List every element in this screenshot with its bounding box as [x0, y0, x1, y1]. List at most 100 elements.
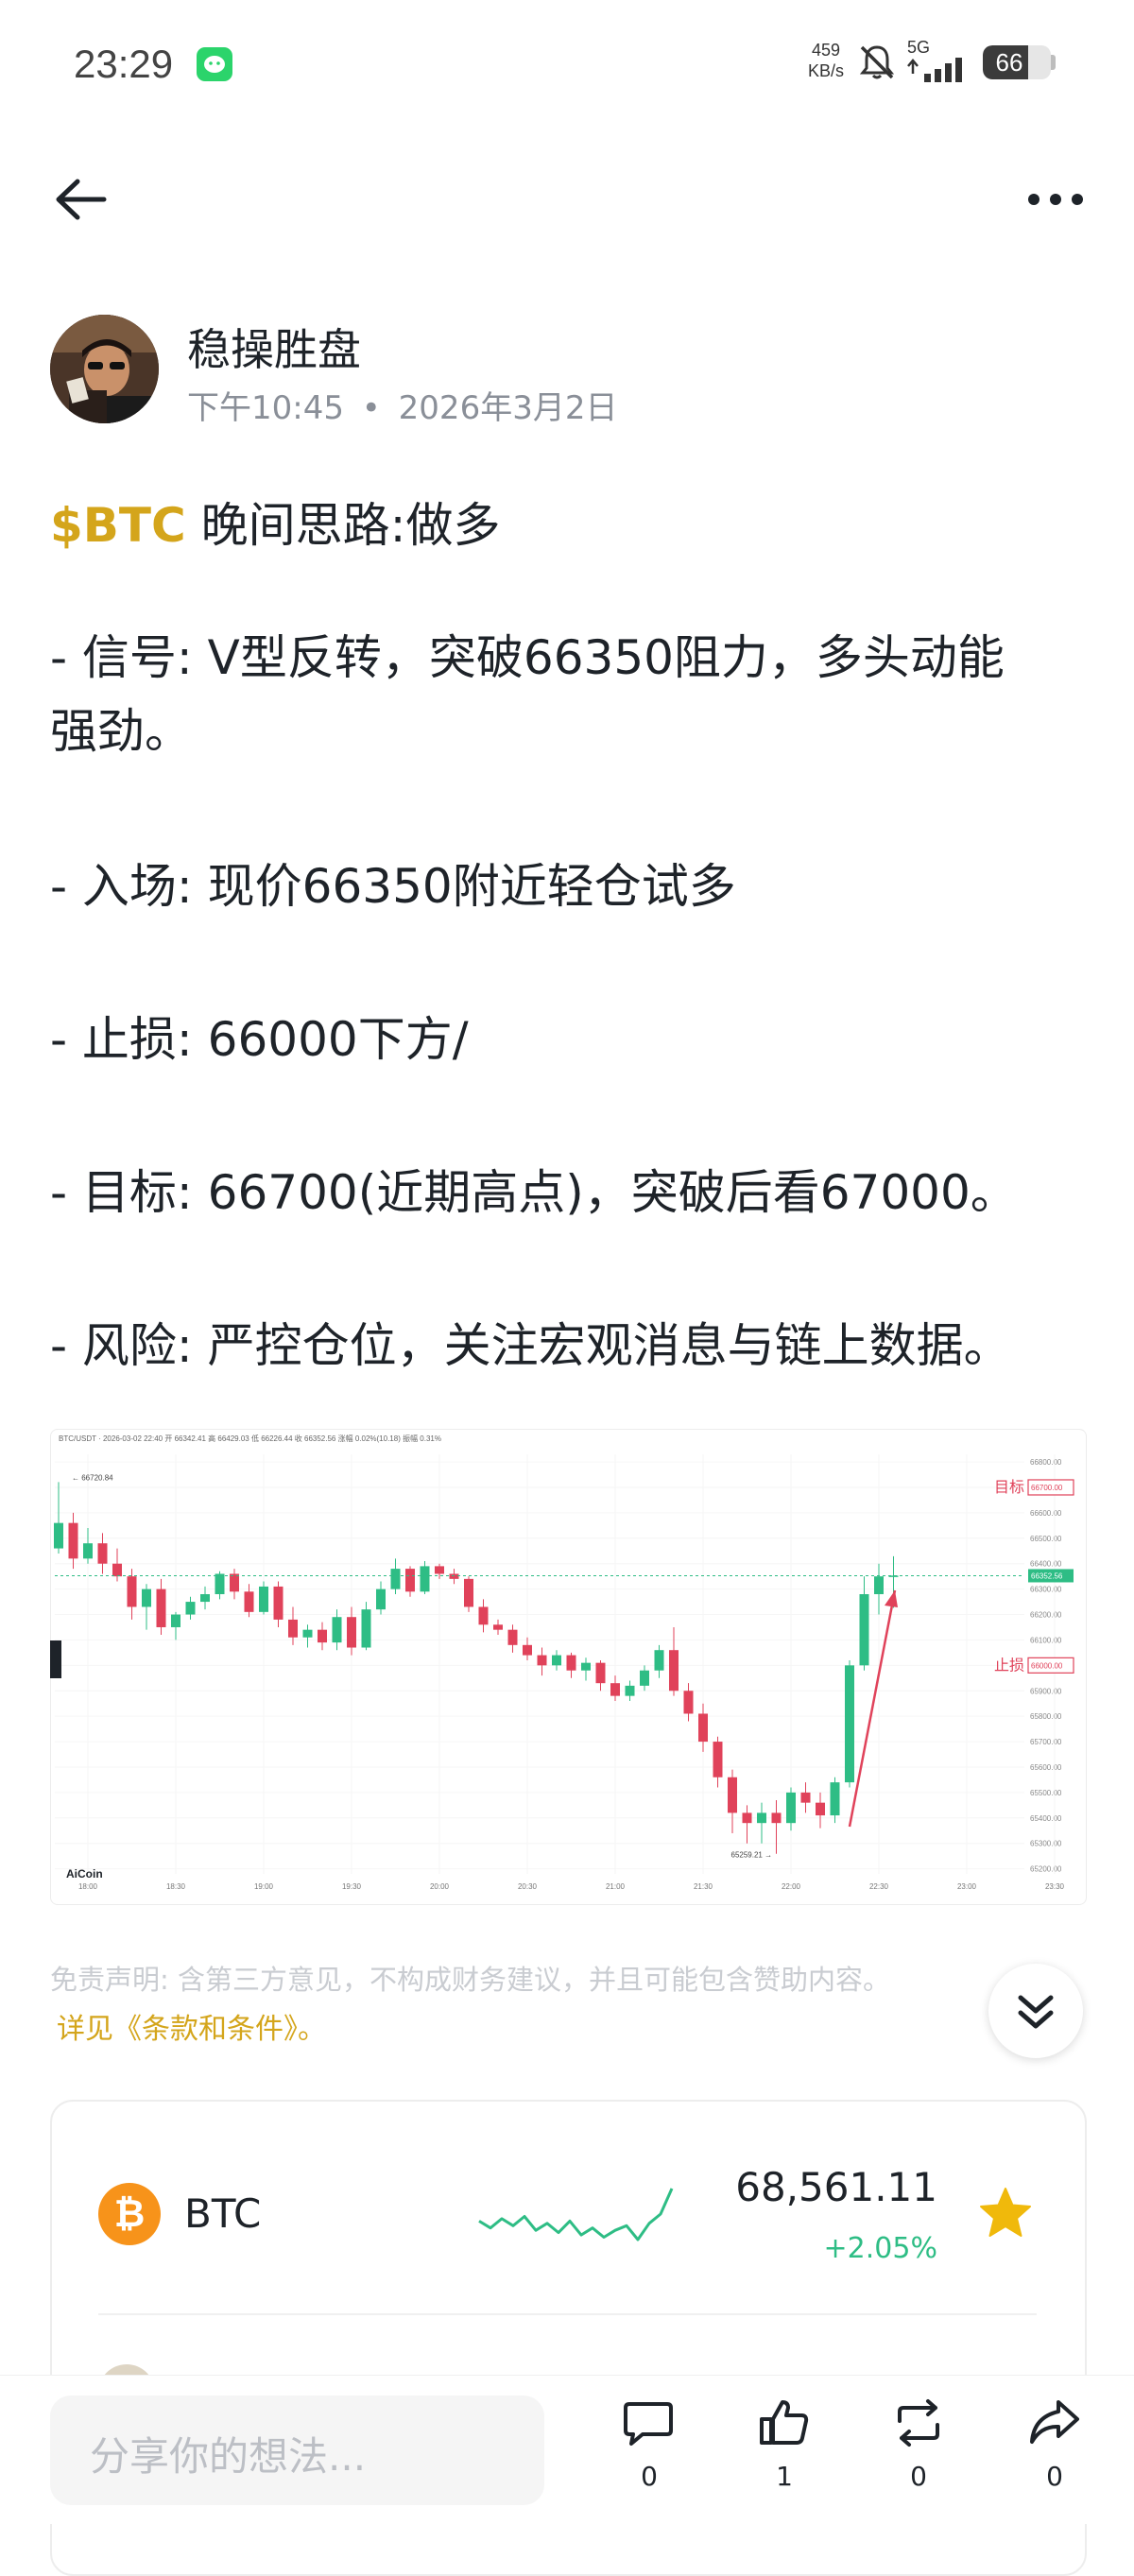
- low-price-label: 65259.21 →: [731, 1851, 773, 1860]
- y-tick-label: 65200.00: [1030, 1865, 1062, 1874]
- post-time: 下午10:45: [187, 389, 344, 427]
- author-name[interactable]: 稳操胜盘: [187, 316, 361, 378]
- arrow-left-icon: [56, 179, 107, 220]
- author-avatar[interactable]: [50, 315, 159, 423]
- like-button[interactable]: [758, 2398, 811, 2451]
- battery-percent: 66: [995, 48, 1023, 77]
- candle-body: [185, 1602, 196, 1615]
- candle-body: [698, 1713, 708, 1743]
- post-line-signal: - 信号: V型反转，突破66350阻力，多头动能: [50, 630, 1005, 685]
- x-tick-label: 23:00: [957, 1882, 977, 1891]
- candle-body: [771, 1812, 782, 1824]
- candle-body: [97, 1543, 108, 1564]
- candle-body: [156, 1589, 166, 1627]
- post-line-risk: - 风险: 严控仓位，关注宏观消息与链上数据。: [50, 1318, 1011, 1373]
- y-tick-label: 66500.00: [1030, 1535, 1062, 1543]
- wechat-icon: [197, 47, 232, 81]
- candle-body: [683, 1691, 694, 1714]
- trend-arrow: [848, 1589, 897, 1828]
- candle-body: [523, 1644, 532, 1656]
- candle-body: [302, 1629, 313, 1638]
- candle-body: [478, 1606, 489, 1625]
- candle-body: [845, 1665, 854, 1783]
- post-date: 2026年3月2日: [398, 389, 618, 427]
- candle-body: [713, 1742, 723, 1777]
- candle-body: [552, 1655, 561, 1666]
- y-tick-label: 65900.00: [1030, 1687, 1062, 1695]
- candle-body: [595, 1662, 606, 1684]
- repost-button[interactable]: [892, 2398, 945, 2451]
- target-price-value: 66700.00: [1031, 1484, 1063, 1492]
- candle-body: [390, 1569, 401, 1589]
- x-tick-label: 21:30: [694, 1882, 713, 1891]
- stop-price-value: 66000.00: [1031, 1661, 1063, 1670]
- stop-price-label: 止损: [994, 1656, 1024, 1674]
- x-tick-label: 23:30: [1045, 1882, 1065, 1891]
- like-count: 1: [776, 2461, 793, 2492]
- y-tick-label: 66200.00: [1030, 1611, 1062, 1620]
- x-tick-label: 18:30: [166, 1882, 186, 1891]
- post-title: $BTC 晚间思路:做多: [50, 488, 500, 556]
- x-tick-label: 18:00: [78, 1882, 98, 1891]
- candle-body: [83, 1543, 93, 1559]
- post-line-entry: - 入场: 现价66350附近轻仓试多: [50, 859, 736, 914]
- meta-separator: •: [361, 389, 381, 427]
- status-time: 23:29: [74, 42, 174, 86]
- candle-body: [215, 1573, 225, 1594]
- candle-body: [405, 1569, 415, 1592]
- ticker-link[interactable]: $BTC: [50, 498, 186, 553]
- scroll-down-button[interactable]: [988, 1964, 1083, 2058]
- x-tick-label: 19:30: [342, 1882, 362, 1891]
- disclaimer-text: 免责声明: 含第三方意见，不构成财务建议，并且可能包含赞助内容。: [50, 1964, 890, 1996]
- battery-icon: 66: [983, 45, 1051, 79]
- y-tick-label: 66600.00: [1030, 1509, 1062, 1518]
- terms-link[interactable]: 详见《条款和条件》。: [57, 2005, 326, 2047]
- comment-button[interactable]: [622, 2398, 675, 2451]
- y-tick-label: 66400.00: [1030, 1560, 1062, 1569]
- network-speed: 459 KB/s: [803, 40, 849, 81]
- chart-drag-handle[interactable]: [50, 1640, 61, 1678]
- chart-watermark: AiCoin: [66, 1867, 103, 1880]
- high-price-label: ← 66720.84: [72, 1473, 113, 1482]
- candle-body: [610, 1683, 620, 1696]
- candle-body: [230, 1573, 239, 1592]
- post-line-stoploss: - 止损: 66000下方/: [50, 1012, 469, 1067]
- candle-body: [874, 1576, 884, 1594]
- post-timestamp: 下午10:45 • 2026年3月2日: [187, 382, 617, 428]
- x-tick-label: 22:30: [869, 1882, 889, 1891]
- mute-icon: [856, 42, 898, 87]
- candle-body: [376, 1589, 386, 1610]
- back-button[interactable]: [49, 176, 110, 223]
- share-arrow-icon: [1030, 2400, 1079, 2444]
- candle-body: [54, 1522, 63, 1549]
- battery-tip: [1051, 55, 1056, 70]
- y-tick-label: 65300.00: [1030, 1840, 1062, 1848]
- post-line-target: - 目标: 66700(近期高点)，突破后看67000。: [50, 1165, 1018, 1220]
- share-count: 0: [1046, 2461, 1063, 2492]
- repost-icon: [898, 2399, 939, 2447]
- favorite-star-icon[interactable]: [977, 2186, 1034, 2244]
- y-tick-label: 65800.00: [1030, 1712, 1062, 1721]
- candle-body: [449, 1573, 459, 1579]
- candle-body: [273, 1586, 284, 1620]
- candle-body: [171, 1614, 180, 1627]
- candle-body: [800, 1792, 811, 1803]
- candle-body: [859, 1594, 869, 1666]
- candle-body: [259, 1586, 268, 1612]
- network-type: 5G: [907, 38, 931, 57]
- x-tick-label: 19:00: [254, 1882, 274, 1891]
- share-button[interactable]: [1028, 2398, 1081, 2451]
- chart-image[interactable]: 66800.00 66700.00 66600.00 66500.00 66400.00…: [50, 1429, 1087, 1905]
- candle-body: [244, 1591, 254, 1612]
- coin-price: 68,561.11: [735, 2164, 937, 2210]
- comment-count: 0: [641, 2461, 658, 2492]
- more-button[interactable]: [1022, 185, 1089, 214]
- y-tick-label: 65600.00: [1030, 1763, 1062, 1772]
- x-tick-label: 20:00: [430, 1882, 450, 1891]
- comment-icon: [624, 2402, 673, 2446]
- candle-body: [566, 1655, 576, 1671]
- comment-placeholder: 分享你的想法...: [90, 2433, 367, 2480]
- current-price-label: 66352.56: [1031, 1571, 1063, 1580]
- y-tick-label: 65500.00: [1030, 1789, 1062, 1797]
- y-tick-label: 65700.00: [1030, 1738, 1062, 1746]
